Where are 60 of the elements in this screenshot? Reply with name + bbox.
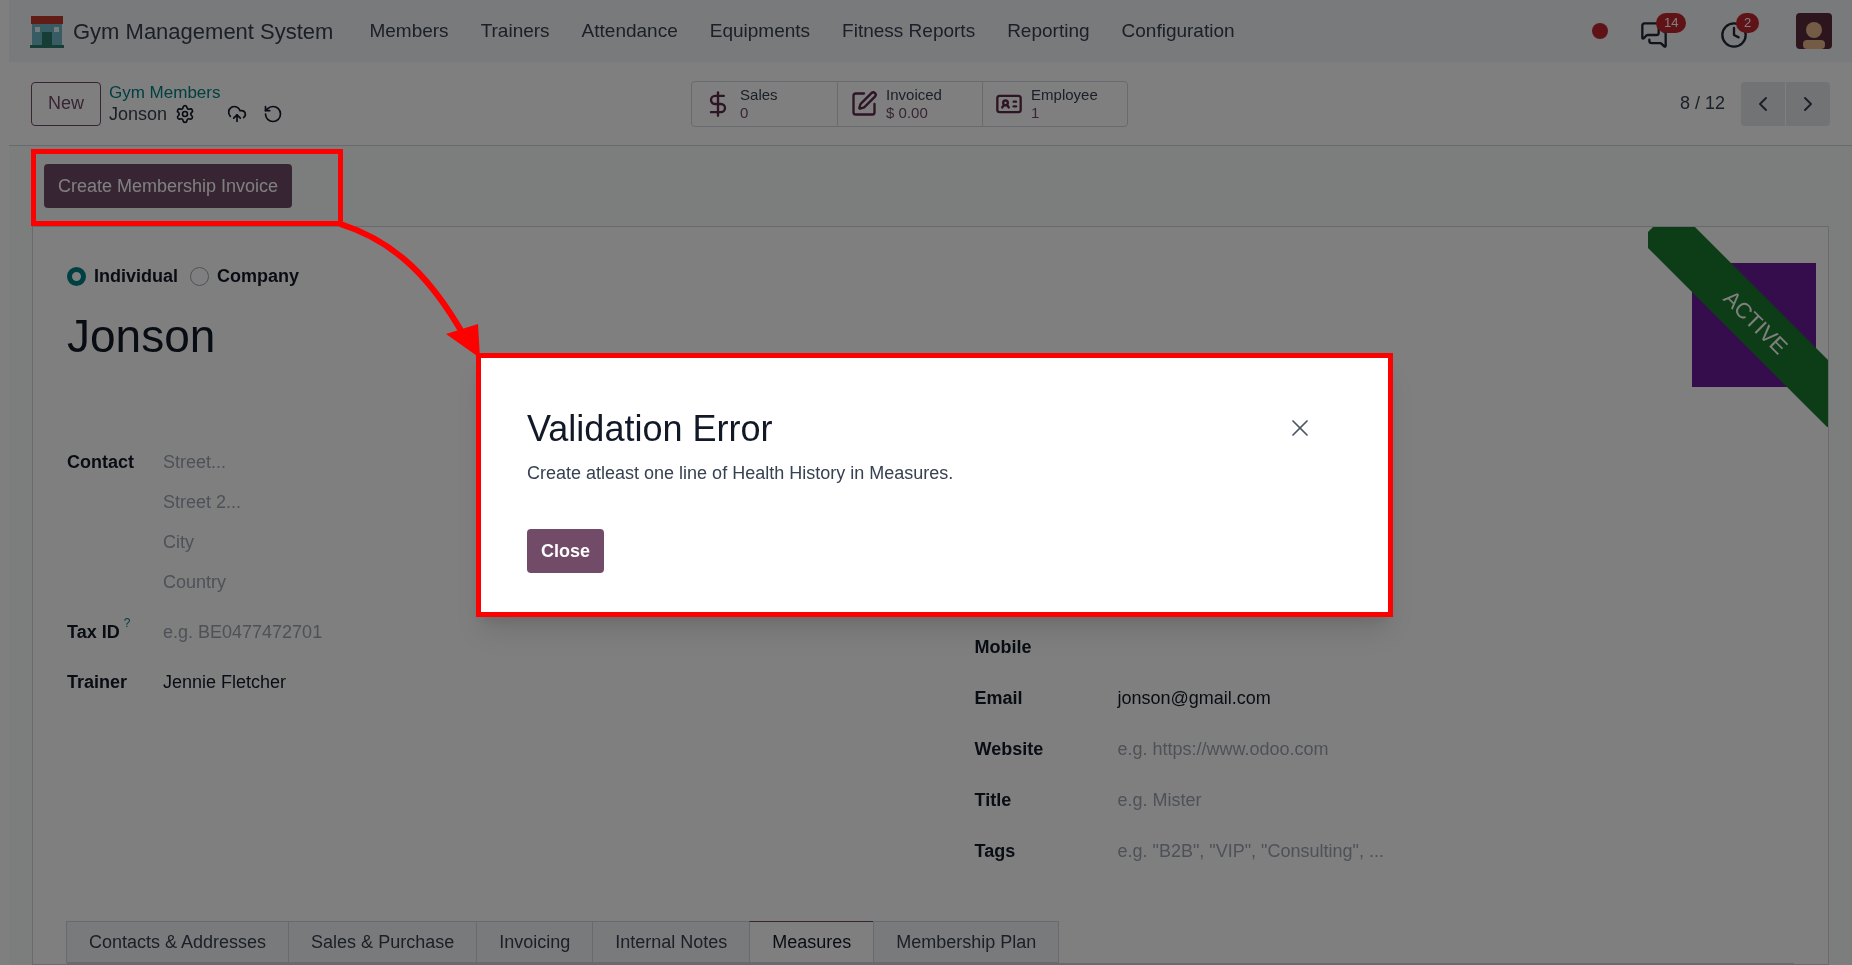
stat-value: 1 [1031, 103, 1041, 122]
field-label: Contact [67, 451, 135, 474]
new-button[interactable]: New [31, 81, 101, 126]
field-label: Tags [974, 840, 1017, 863]
user-avatar[interactable] [1796, 13, 1832, 49]
form-tab[interactable]: Membership Plan [873, 921, 1060, 963]
breadcrumb-link[interactable]: Gym Members [109, 81, 284, 103]
form-tab[interactable]: Sales & Purchase [288, 921, 478, 963]
notification-badge: 2 [1736, 13, 1760, 33]
menu-item[interactable]: Fitness Reports [830, 16, 988, 46]
menu-item[interactable]: Configuration [1109, 16, 1247, 46]
menu-item[interactable]: Trainers [468, 16, 562, 46]
previous-button[interactable] [1741, 81, 1785, 126]
field-label: Trainer [67, 671, 128, 694]
help-tooltip-mark[interactable]: ? [123, 616, 131, 630]
menu-item[interactable]: Reporting [995, 16, 1102, 46]
dialog-message: Create atleast one line of Health History in Measures. [527, 462, 954, 485]
gym-building-icon [29, 14, 65, 48]
field-label: Tax ID [67, 621, 120, 644]
menu-item[interactable]: Attendance [569, 16, 690, 46]
form-tab[interactable]: Contacts & Addresses [66, 921, 290, 963]
stat-label: Invoiced [886, 85, 942, 104]
settings-icon[interactable] [175, 104, 196, 125]
form-tab[interactable]: Invoicing [476, 921, 594, 963]
menu-item[interactable]: Equipments [697, 16, 823, 46]
stat-value: $ 0.00 [886, 103, 929, 122]
radio-button[interactable] [190, 267, 209, 286]
stat-label: Sales [740, 85, 778, 104]
stat-button[interactable]: Sales 0 [692, 81, 838, 126]
radio-label: Company [217, 265, 300, 288]
record-title: Jonson [67, 310, 216, 362]
pen-icon [850, 89, 879, 118]
form-tab[interactable]: Internal Notes [592, 921, 751, 963]
app-title: Gym Management System [73, 17, 334, 46]
record-name: Jonson [109, 102, 168, 126]
field-label: Email [974, 687, 1024, 710]
discard-icon[interactable] [263, 104, 284, 125]
dialog-title: Validation Error [527, 407, 774, 451]
field-label: Title [974, 789, 1013, 812]
radio-label: Individual [94, 265, 178, 288]
close-button[interactable]: Close [527, 529, 605, 573]
field-value[interactable]: jonson@gmail.com [1117, 685, 1271, 712]
notification-badge: 14 [1656, 13, 1687, 33]
create-invoice-button[interactable]: Create Membership Invoice [44, 164, 293, 208]
stat-button[interactable]: Employee 1 [982, 81, 1128, 126]
next-button[interactable] [1786, 81, 1830, 126]
stat-button[interactable]: Invoiced $ 0.00 [837, 81, 983, 126]
field-label: Mobile [974, 636, 1033, 659]
person-silhouette-icon [1800, 19, 1828, 49]
form-tab[interactable]: Measures [749, 921, 875, 963]
chat-button[interactable]: 14 [1640, 13, 1688, 49]
stat-label: Employee [1031, 85, 1098, 104]
field-value[interactable]: Jennie Fletcher [163, 662, 287, 702]
pager-counter: 8 / 12 [1679, 92, 1725, 115]
menu-item[interactable]: Members [357, 16, 461, 46]
save-icon[interactable] [227, 104, 248, 125]
stat-value: 0 [740, 103, 750, 122]
radio-button[interactable] [67, 267, 86, 286]
field-label: Website [974, 738, 1045, 761]
activity-button[interactable]: 2 [1720, 13, 1764, 49]
